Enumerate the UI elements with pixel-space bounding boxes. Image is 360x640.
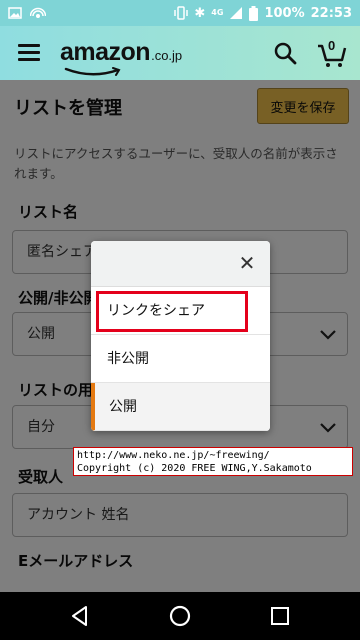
bluetooth-icon: ✱ [194, 5, 206, 21]
popover-item-public[interactable]: 公開 [91, 383, 270, 431]
wifi-hotspot-icon [30, 7, 46, 18]
copyright-watermark: http://www.neko.ne.jp/~freewing/ Copyrig… [73, 447, 353, 476]
menu-icon[interactable] [18, 44, 40, 62]
app-header: amazon.co.jp 0 [0, 26, 360, 80]
network-type: 4G [211, 8, 224, 17]
battery-icon [249, 5, 259, 21]
popover-item-share-link[interactable]: リンクをシェア [91, 287, 270, 335]
recents-icon[interactable] [268, 604, 292, 628]
battery-percent: 100% [264, 5, 305, 21]
close-icon[interactable]: ✕ [238, 253, 256, 273]
amazon-logo[interactable]: amazon.co.jp [60, 38, 183, 76]
watermark-url: http://www.neko.ne.jp/~freewing/ [77, 450, 270, 461]
cart-count: 0 [328, 38, 336, 53]
search-icon[interactable] [272, 40, 298, 66]
navigation-bar [0, 592, 360, 640]
logo-tld: .co.jp [151, 48, 183, 63]
popover-item-private[interactable]: 非公開 [91, 335, 270, 383]
watermark-copyright: Copyright (c) 2020 FREE WING,Y.Sakamoto [77, 463, 312, 474]
logo-smile-icon [64, 67, 121, 76]
cart-button[interactable]: 0 [316, 38, 348, 68]
signal-icon [230, 7, 243, 19]
back-icon[interactable] [68, 604, 92, 628]
logo-text: amazon [60, 38, 151, 66]
visibility-popover: ✕ リンクをシェア 非公開 公開 [91, 241, 270, 431]
vibrate-icon [174, 6, 189, 20]
image-icon [8, 7, 22, 19]
clock: 22:53 [310, 5, 352, 21]
home-icon[interactable] [168, 604, 192, 628]
popover-header: ✕ [91, 241, 270, 287]
status-bar: ✱ 4G 100% 22:53 [0, 0, 360, 26]
